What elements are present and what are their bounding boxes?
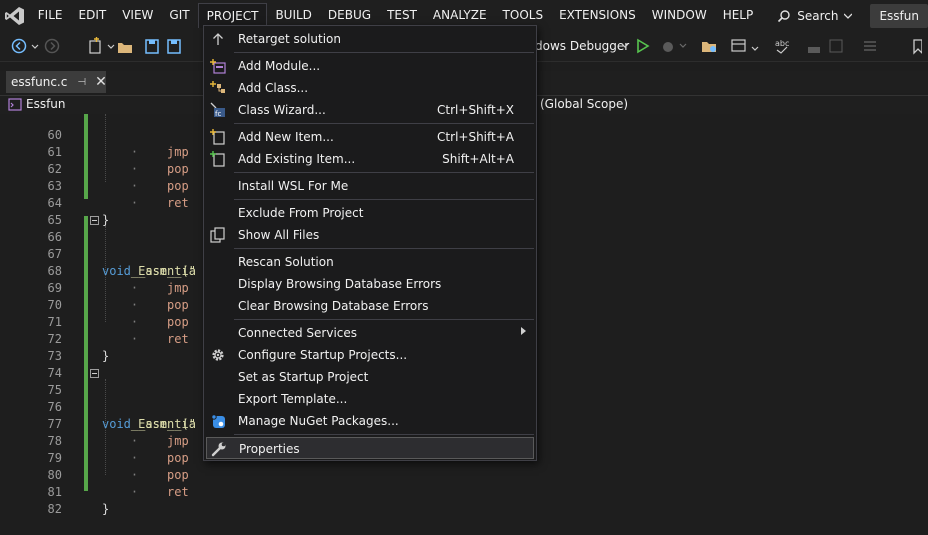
menu-separator [234, 172, 534, 173]
menu-item-add-existing-item[interactable]: Add Existing Item... Shift+Alt+A [206, 148, 534, 170]
menu-item-retarget-solution[interactable]: Retarget solution [206, 28, 534, 50]
menu-separator [234, 248, 534, 249]
collapse-toggle-icon[interactable] [90, 216, 99, 225]
code-line: 82 [47, 502, 62, 516]
menu-item-export-template[interactable]: Export Template... [206, 388, 534, 410]
menu-item-class-wizard[interactable]: fc Class Wizard... Ctrl+Shift+X [206, 99, 534, 121]
collapse-toggle-icon[interactable] [90, 369, 99, 378]
project-dropdown[interactable]: Essfun [8, 97, 66, 111]
menu-item-display-browsing-database-errors[interactable]: Display Browsing Database Errors [206, 273, 534, 295]
tab-essfunc-c[interactable]: essfunc.c ⊣ ✕ [6, 71, 107, 93]
menu-item-properties[interactable]: Properties [206, 437, 534, 459]
file-toolbar-icons[interactable] [88, 37, 184, 55]
pin-icon[interactable]: ⊣ [77, 77, 86, 88]
menu-item-show-all-files[interactable]: Show All Files [206, 224, 534, 246]
start-without-debugging-icon[interactable] [660, 37, 690, 55]
menu-separator [234, 123, 534, 124]
menu-item-rescan-solution[interactable]: Rescan Solution [206, 251, 534, 273]
menu-git[interactable]: GIT [161, 3, 197, 28]
menu-help[interactable]: HELP [715, 3, 762, 28]
menu-separator [234, 199, 534, 200]
menu-edit[interactable]: EDIT [71, 3, 115, 28]
menu-extensions[interactable]: EXTENSIONS [551, 3, 644, 28]
svg-text:abc: abc [775, 39, 789, 48]
start-debugging-icon[interactable] [620, 37, 660, 55]
gear-icon [212, 349, 224, 361]
menu-item-install-wsl[interactable]: Install WSL For Me [206, 175, 534, 197]
layout-toolbar-icons[interactable] [700, 37, 768, 55]
debugger-target-label[interactable]: dows Debugger [535, 39, 629, 53]
menu-window[interactable]: WINDOW [644, 3, 715, 28]
submenu-arrow-icon [521, 327, 526, 335]
class-wizard-icon: fc [210, 102, 225, 118]
scope-dropdown[interactable]: (Global Scope) [540, 97, 628, 111]
tab-title: essfunc.c [11, 75, 68, 89]
solution-name-badge[interactable]: Essfun [870, 3, 928, 28]
menu-item-clear-browsing-database-errors[interactable]: Clear Browsing Database Errors [206, 295, 534, 317]
add-existing-item-icon [210, 151, 225, 167]
close-icon[interactable]: ✕ [95, 74, 107, 90]
menu-separator [234, 434, 534, 435]
add-new-item-icon [210, 129, 225, 145]
menu-item-add-new-item[interactable]: Add New Item... Ctrl+Shift+A [206, 126, 534, 148]
add-module-icon [210, 59, 226, 74]
menu-separator [234, 319, 534, 320]
add-class-icon [210, 81, 225, 93]
search-box[interactable]: Search [771, 5, 858, 27]
search-icon [778, 9, 790, 22]
menu-view[interactable]: VIEW [114, 3, 161, 28]
menu-item-configure-startup-projects[interactable]: Configure Startup Projects... [206, 344, 534, 366]
project-menu-dropdown: Retarget solution Add Module... Add Clas… [203, 25, 537, 461]
project-name: Essfun [26, 97, 66, 111]
visual-studio-logo-icon[interactable] [0, 0, 30, 31]
svg-text:fc: fc [215, 110, 221, 118]
chevron-down-icon [844, 13, 853, 19]
code-line: 81 } [47, 485, 110, 516]
up-arrow-icon [213, 33, 223, 45]
search-label: Search [797, 8, 839, 23]
wrench-icon [211, 442, 226, 457]
menu-item-add-class[interactable]: Add Class... [206, 77, 534, 99]
menu-item-connected-services[interactable]: Connected Services [206, 322, 534, 344]
navigate-back-icon[interactable] [10, 37, 60, 55]
text-editor-toolbar-icons[interactable]: abc [772, 37, 922, 55]
nuget-icon [211, 414, 225, 428]
project-icon [8, 97, 22, 111]
menu-item-manage-nuget-packages[interactable]: Manage NuGet Packages... [206, 410, 534, 432]
show-all-files-icon [210, 227, 225, 243]
menu-separator [234, 52, 534, 53]
menu-item-add-module[interactable]: Add Module... [206, 55, 534, 77]
menu-item-exclude-from-project[interactable]: Exclude From Project [206, 202, 534, 224]
menu-item-set-as-startup-project[interactable]: Set as Startup Project [206, 366, 534, 388]
menu-file[interactable]: FILE [30, 3, 71, 28]
